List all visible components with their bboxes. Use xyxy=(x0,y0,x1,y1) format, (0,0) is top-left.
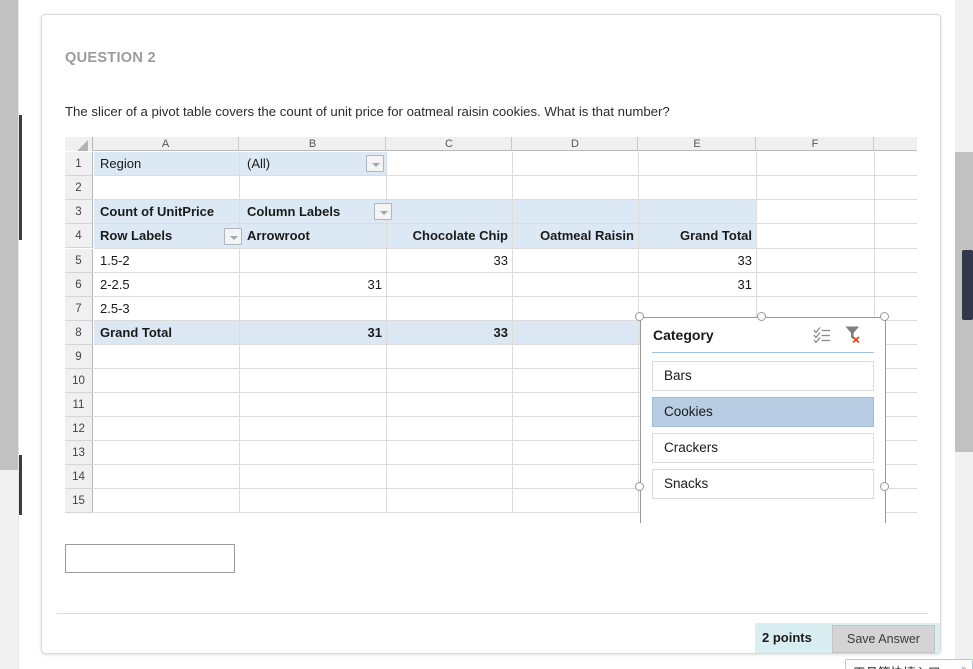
slicer-item-cookies[interactable]: Cookies xyxy=(652,397,874,427)
region-filter-dropdown-button[interactable] xyxy=(366,155,384,172)
column-header-f[interactable]: F xyxy=(757,137,874,151)
cell-a5-price-bin[interactable]: 1.5-2 xyxy=(100,249,230,273)
slicer-handle-middle-right[interactable] xyxy=(880,482,889,491)
column-header-c[interactable]: C xyxy=(387,137,512,151)
slicer-item-bars[interactable]: Bars xyxy=(652,361,874,391)
ime-toolbar-label: 工具箱快捷入口 xyxy=(853,662,941,669)
cell-e5-value[interactable]: 33 xyxy=(642,249,752,273)
slicer-item-snacks[interactable]: Snacks xyxy=(652,469,874,499)
column-labels-filter-button[interactable] xyxy=(374,203,392,220)
screenshot-root: QUESTION 2 The slicer of a pivot table c… xyxy=(0,0,973,669)
cell-b3-column-labels[interactable]: Column Labels xyxy=(247,200,372,224)
save-answer-button[interactable]: Save Answer xyxy=(832,625,935,653)
cell-b1-region-value[interactable]: (All) xyxy=(247,152,367,176)
ime-expand-icon[interactable]: » xyxy=(961,663,966,669)
row-header-9[interactable]: 9 xyxy=(65,345,93,369)
cell-a1-region-label[interactable]: Region xyxy=(100,152,236,176)
row-header-5[interactable]: 5 xyxy=(65,249,93,273)
row-header-12[interactable]: 12 xyxy=(65,417,93,441)
row-header-11[interactable]: 11 xyxy=(65,393,93,417)
row-header-1[interactable]: 1 xyxy=(65,152,93,176)
category-slicer-clip: Category Bars Cookies Crackers Snacks xyxy=(640,317,886,523)
cell-c4-chocolate-chip[interactable]: Chocolate Chip xyxy=(390,224,508,248)
row-labels-filter-button[interactable] xyxy=(224,228,242,245)
question-prompt-text: The slicer of a pivot table covers the c… xyxy=(65,104,670,119)
row-header-7[interactable]: 7 xyxy=(65,297,93,321)
column-header-e[interactable]: E xyxy=(639,137,756,151)
multi-select-icon[interactable] xyxy=(813,327,831,344)
left-scrollbar-thumb[interactable] xyxy=(0,0,18,470)
slicer-title: Category xyxy=(653,327,714,343)
right-scrollbar-thumb[interactable] xyxy=(962,250,973,320)
row-header-4[interactable]: 4 xyxy=(65,224,93,248)
cell-e4-grand-total[interactable]: Grand Total xyxy=(642,224,752,248)
cell-d4-oatmeal-raisin[interactable]: Oatmeal Raisin xyxy=(516,224,634,248)
cell-a8-grand-total-label[interactable]: Grand Total xyxy=(100,321,240,345)
left-edge-divider xyxy=(18,0,19,669)
row-header-10[interactable]: 10 xyxy=(65,369,93,393)
slicer-handle-top-center[interactable] xyxy=(757,312,766,321)
clear-filter-icon[interactable] xyxy=(844,325,864,344)
points-label: 2 points xyxy=(762,630,812,645)
cell-e6-value[interactable]: 31 xyxy=(642,273,752,297)
column-header-d[interactable]: D xyxy=(513,137,638,151)
slicer-handle-top-right[interactable] xyxy=(880,312,889,321)
ime-toolbar[interactable]: 工具箱快捷入口 » xyxy=(845,659,973,669)
cell-a6-price-bin[interactable]: 2-2.5 xyxy=(100,273,230,297)
row-header-15[interactable]: 15 xyxy=(65,489,93,513)
row-header-6[interactable]: 6 xyxy=(65,273,93,297)
select-all-corner[interactable] xyxy=(65,137,93,151)
slicer-item-crackers[interactable]: Crackers xyxy=(652,433,874,463)
category-slicer[interactable]: Category Bars Cookies Crackers Snacks xyxy=(640,317,886,523)
spreadsheet-screenshot: A B C D E F 1 2 3 4 5 6 7 8 9 10 11 12 1… xyxy=(65,137,917,523)
row-header-14[interactable]: 14 xyxy=(65,465,93,489)
cell-b6-value[interactable]: 31 xyxy=(247,273,382,297)
select-all-triangle-icon xyxy=(77,140,88,151)
slicer-title-underline xyxy=(652,352,874,353)
left-edge-marker-bottom xyxy=(19,455,22,515)
question-card: QUESTION 2 The slicer of a pivot table c… xyxy=(41,14,941,654)
cell-b4-arrowroot[interactable]: Arrowroot xyxy=(247,224,382,248)
slicer-handle-middle-left[interactable] xyxy=(635,482,644,491)
cell-c8-value[interactable]: 33 xyxy=(390,321,508,345)
row-header-13[interactable]: 13 xyxy=(65,441,93,465)
row-header-2[interactable]: 2 xyxy=(65,176,93,200)
cell-b8-value[interactable]: 31 xyxy=(247,321,382,345)
cell-c5-value[interactable]: 33 xyxy=(390,249,508,273)
left-scrollbar-track[interactable] xyxy=(0,0,18,669)
question-number-label: QUESTION 2 xyxy=(65,50,156,66)
row-header-3[interactable]: 3 xyxy=(65,200,93,224)
grid-vline xyxy=(512,152,513,513)
left-edge-marker-top xyxy=(19,115,22,240)
cell-a3-count-of-unitprice[interactable]: Count of UnitPrice xyxy=(100,200,245,224)
slicer-handle-top-left[interactable] xyxy=(635,312,644,321)
column-header-a[interactable]: A xyxy=(93,137,239,151)
row-header-8[interactable]: 8 xyxy=(65,321,93,345)
answer-input[interactable] xyxy=(65,544,235,573)
cell-a4-row-labels[interactable]: Row Labels xyxy=(100,224,225,248)
grid-vline xyxy=(638,152,639,513)
column-header-b[interactable]: B xyxy=(240,137,386,151)
footer-divider xyxy=(57,613,928,614)
cell-a7-price-bin[interactable]: 2.5-3 xyxy=(100,297,230,321)
